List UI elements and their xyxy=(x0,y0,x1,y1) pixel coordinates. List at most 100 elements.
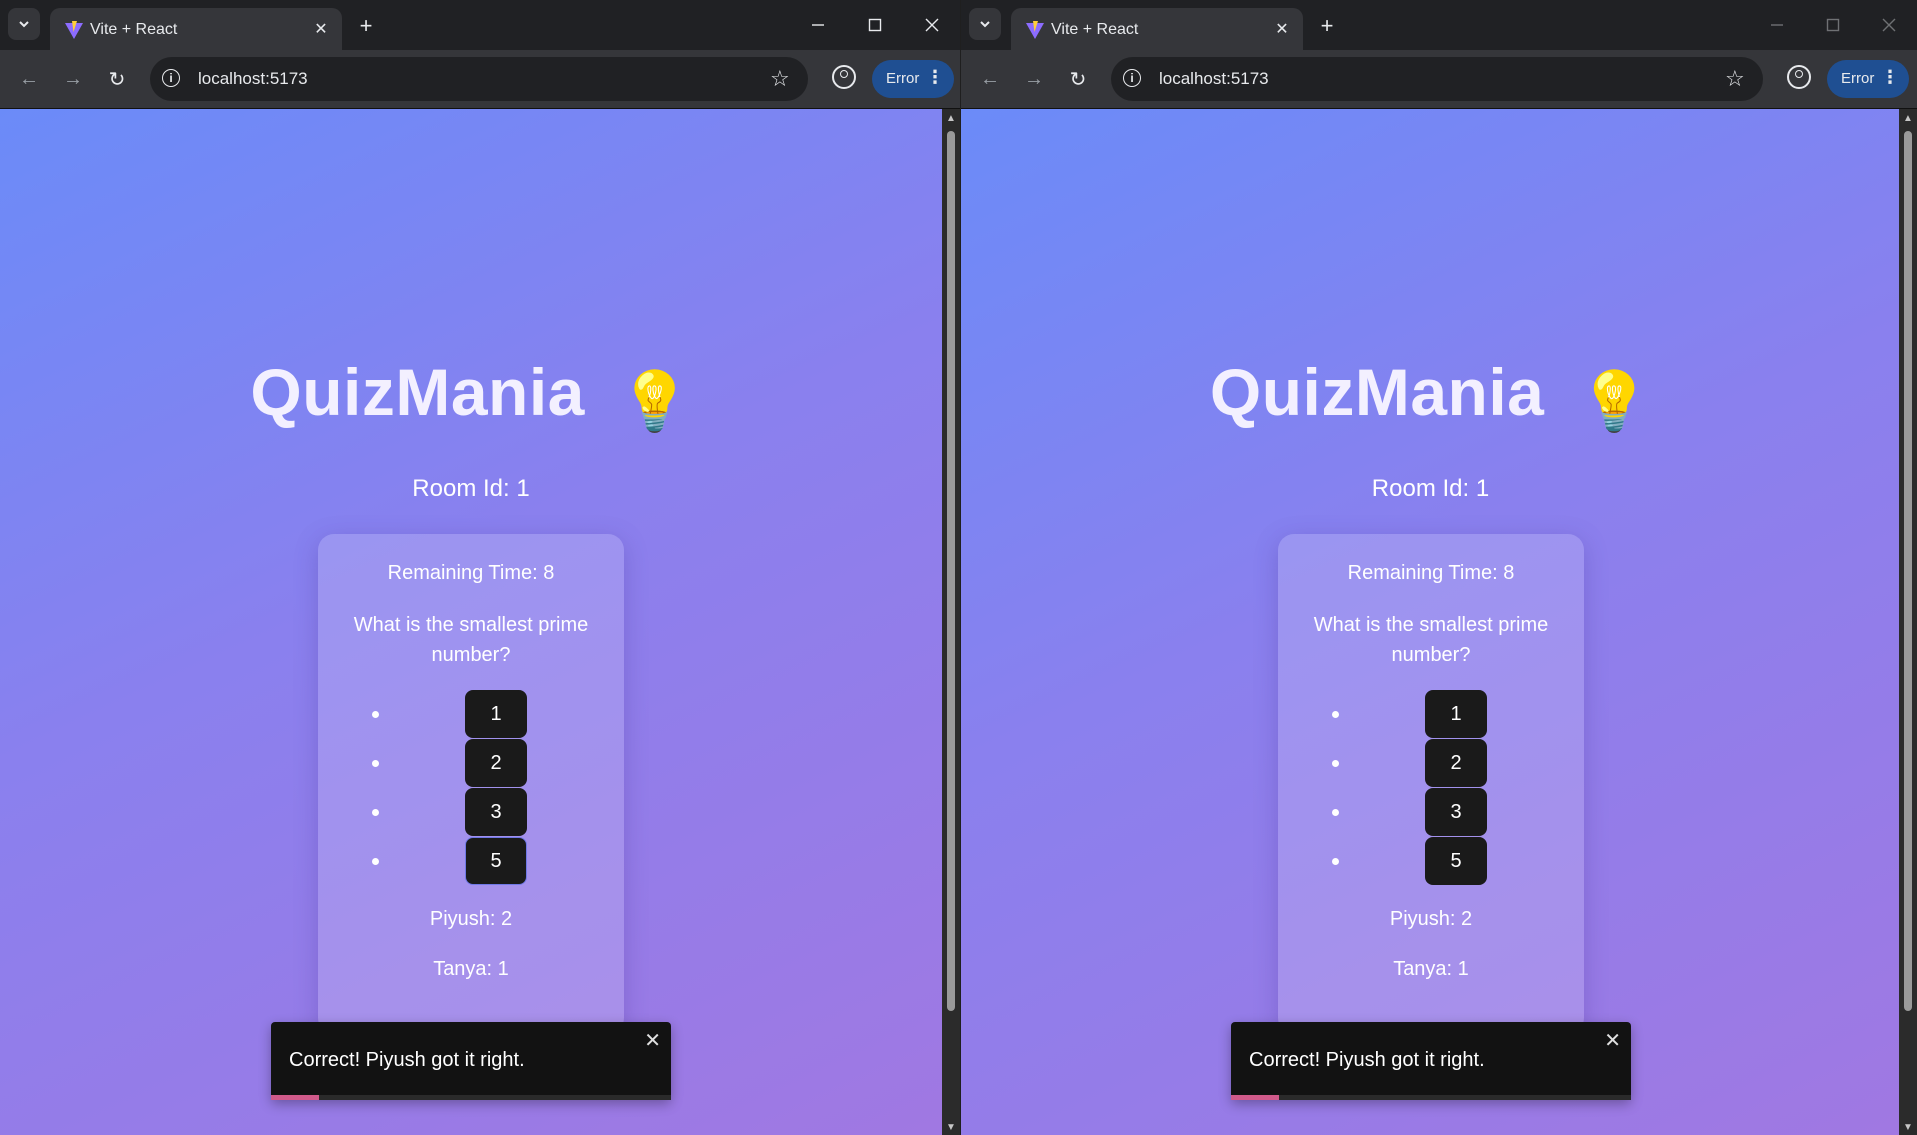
list-item: 2 xyxy=(318,739,624,788)
star-icon[interactable]: ☆ xyxy=(770,66,790,92)
list-item: 5 xyxy=(318,837,624,886)
maximize-icon xyxy=(868,18,882,32)
list-item: 1 xyxy=(318,690,624,739)
bullet xyxy=(1332,858,1339,865)
url-text: localhost:5173 xyxy=(198,69,308,88)
arrow-left-icon: ← xyxy=(19,67,39,90)
back-button[interactable]: ← xyxy=(14,64,44,94)
plus-icon: + xyxy=(359,13,373,38)
list-item: 3 xyxy=(318,788,624,837)
tab-vite-react[interactable]: Vite + React ✕ xyxy=(1011,8,1303,50)
scroll-up-icon[interactable]: ▲ xyxy=(946,113,956,124)
page-viewport: QuizMania 💡 Room Id: 1 Remaining Time: 8 … xyxy=(961,109,1900,1135)
scrollbar-thumb[interactable] xyxy=(1904,131,1912,1011)
bullet xyxy=(1332,809,1339,816)
option-button-3[interactable]: 3 xyxy=(1425,788,1487,836)
remaining-time: Remaining Time: 8 xyxy=(387,562,555,584)
bullet xyxy=(372,858,379,865)
forward-button[interactable]: → xyxy=(58,64,88,94)
option-button-2[interactable]: 2 xyxy=(465,739,527,787)
tab-vite-react[interactable]: Vite + React ✕ xyxy=(50,8,342,50)
maximize-button[interactable] xyxy=(1813,10,1853,40)
error-label: Error xyxy=(886,70,920,87)
page-viewport: QuizMania 💡 Room Id: 1 Remaining Time: 8 … xyxy=(0,109,942,1135)
bullet xyxy=(372,760,379,767)
maximize-button[interactable] xyxy=(855,10,895,40)
list-item: 3 xyxy=(1278,788,1584,837)
star-icon[interactable]: ☆ xyxy=(1725,66,1745,92)
kebab-menu-icon[interactable]: ⋮ xyxy=(926,67,944,88)
option-button-1[interactable]: 1 xyxy=(465,690,527,738)
chevron-down-icon xyxy=(980,21,990,28)
info-icon[interactable]: i xyxy=(162,69,180,87)
close-icon xyxy=(925,18,939,32)
lightbulb-icon: 💡 xyxy=(1578,369,1652,434)
toast-message: Correct! Piyush got it right. xyxy=(289,1049,525,1071)
tab-list-button[interactable] xyxy=(8,8,40,40)
close-window-button[interactable] xyxy=(1869,10,1909,40)
room-id: Room Id: 1 xyxy=(1371,475,1490,502)
question-text: What is the smallest prime number? xyxy=(1313,614,1549,666)
kebab-menu-icon[interactable]: ⋮ xyxy=(1881,67,1899,88)
browser-window-left: Vite + React ✕ + ← → ↻ i localhost:5173 … xyxy=(0,0,960,1135)
reload-icon: ↻ xyxy=(108,68,126,91)
profile-icon[interactable] xyxy=(832,65,856,89)
address-bar[interactable]: i localhost:5173 ☆ xyxy=(1111,57,1763,101)
toast-progress-bar xyxy=(271,1095,671,1100)
option-button-2[interactable]: 2 xyxy=(1425,739,1487,787)
option-button-4[interactable]: 5 xyxy=(1425,837,1487,885)
room-id: Room Id: 1 xyxy=(412,475,530,502)
browser-window-right: Vite + React ✕ + ← → ↻ i localhost:5173 … xyxy=(961,0,1917,1135)
minimize-icon xyxy=(1771,24,1783,26)
close-window-button[interactable] xyxy=(912,10,952,40)
profile-icon[interactable] xyxy=(1787,65,1811,89)
browser-toolbar: ← → ↻ i localhost:5173 ☆ Error ⋮ xyxy=(0,50,960,109)
toast-notification: Correct! Piyush got it right. ✕ xyxy=(271,1022,671,1100)
score-line: Piyush: 2 xyxy=(429,908,513,930)
new-tab-button[interactable]: + xyxy=(352,12,380,40)
page-title: QuizMania 💡 xyxy=(0,354,942,434)
close-icon[interactable]: ✕ xyxy=(1604,1028,1621,1053)
question-text: What is the smallest prime number? xyxy=(353,614,589,666)
minimize-icon xyxy=(812,24,824,26)
toast-progress-bar xyxy=(1231,1095,1631,1100)
app-title: QuizMania xyxy=(250,355,585,429)
address-bar[interactable]: i localhost:5173 ☆ xyxy=(150,57,808,101)
remaining-time: Remaining Time: 8 xyxy=(1347,562,1515,584)
scrollbar[interactable]: ▲ ▼ xyxy=(1899,109,1917,1135)
chevron-down-icon xyxy=(19,21,29,28)
back-button[interactable]: ← xyxy=(975,64,1005,94)
new-tab-button[interactable]: + xyxy=(1313,12,1341,40)
score-line: Tanya: 1 xyxy=(1393,958,1469,980)
reload-button[interactable]: ↻ xyxy=(102,64,132,94)
vite-logo-icon xyxy=(65,21,83,39)
reload-icon: ↻ xyxy=(1069,68,1087,91)
close-tab-button[interactable]: ✕ xyxy=(310,18,332,40)
close-icon xyxy=(1882,18,1896,32)
scroll-down-icon[interactable]: ▼ xyxy=(1903,1122,1913,1133)
option-button-1[interactable]: 1 xyxy=(1425,690,1487,738)
scroll-down-icon[interactable]: ▼ xyxy=(946,1122,956,1133)
error-chip[interactable]: Error ⋮ xyxy=(872,60,954,98)
error-chip[interactable]: Error ⋮ xyxy=(1827,60,1909,98)
option-button-3[interactable]: 3 xyxy=(465,788,527,836)
quiz-card: Remaining Time: 8 What is the smallest p… xyxy=(318,534,624,1034)
scrollbar-thumb[interactable] xyxy=(947,131,955,1011)
tab-strip: Vite + React ✕ + xyxy=(961,0,1917,50)
scrollbar[interactable]: ▲ ▼ xyxy=(942,109,960,1135)
reload-button[interactable]: ↻ xyxy=(1063,64,1093,94)
option-button-4[interactable]: 5 xyxy=(465,837,527,885)
app-title: QuizMania xyxy=(1209,355,1545,429)
minimize-button[interactable] xyxy=(1757,10,1797,40)
scroll-up-icon[interactable]: ▲ xyxy=(1903,113,1913,124)
close-icon: ✕ xyxy=(1275,21,1289,38)
close-tab-button[interactable]: ✕ xyxy=(1271,18,1293,40)
minimize-button[interactable] xyxy=(798,10,838,40)
close-icon[interactable]: ✕ xyxy=(644,1028,661,1053)
info-icon[interactable]: i xyxy=(1123,69,1141,87)
url-text: localhost:5173 xyxy=(1159,69,1269,88)
error-label: Error xyxy=(1841,70,1875,87)
tab-list-button[interactable] xyxy=(969,8,1001,40)
bullet xyxy=(1332,711,1339,718)
forward-button[interactable]: → xyxy=(1019,64,1049,94)
